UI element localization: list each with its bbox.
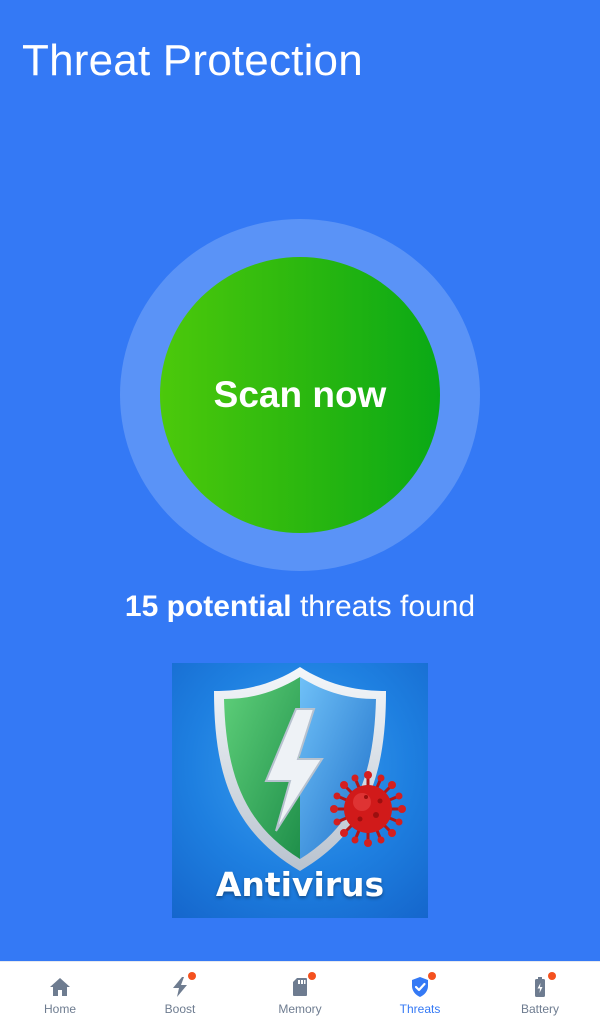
nav-label-boost: Boost	[164, 1002, 196, 1016]
threat-summary-text: threats found	[291, 590, 476, 623]
antivirus-promo-image[interactable]: Antivirus	[172, 663, 428, 918]
nav-item-battery[interactable]: Battery	[480, 962, 600, 1024]
threat-summary: 15 potential threats found	[0, 590, 600, 624]
nav-label-memory: Memory	[278, 1002, 322, 1016]
battery-icon	[528, 972, 556, 999]
nav-label-threats: Threats	[399, 1002, 441, 1016]
nav-item-memory[interactable]: Memory	[240, 962, 360, 1024]
scan-now-button[interactable]: Scan now	[160, 257, 440, 533]
memory-badge-dot	[308, 972, 316, 980]
boost-badge-dot	[188, 972, 196, 980]
threat-count: 15 potential	[124, 590, 292, 623]
battery-badge-dot	[548, 972, 556, 980]
antivirus-label: Antivirus	[215, 865, 385, 904]
bolt-icon	[168, 972, 196, 999]
home-icon	[48, 975, 72, 999]
nav-label-battery: Battery	[520, 1002, 559, 1016]
sd-card-icon	[288, 972, 316, 999]
threats-badge-dot	[428, 972, 436, 980]
shield-check-icon	[408, 972, 436, 999]
nav-item-threats[interactable]: Threats	[360, 962, 480, 1024]
page-title: Threat Protection	[22, 36, 363, 85]
scan-now-label: Scan now	[213, 374, 387, 415]
nav-label-home: Home	[43, 1002, 76, 1016]
nav-item-home[interactable]: Home	[0, 962, 120, 1024]
bottom-navigation: Home Boost Memory Threats Battery	[0, 961, 600, 1024]
nav-item-boost[interactable]: Boost	[120, 962, 240, 1024]
